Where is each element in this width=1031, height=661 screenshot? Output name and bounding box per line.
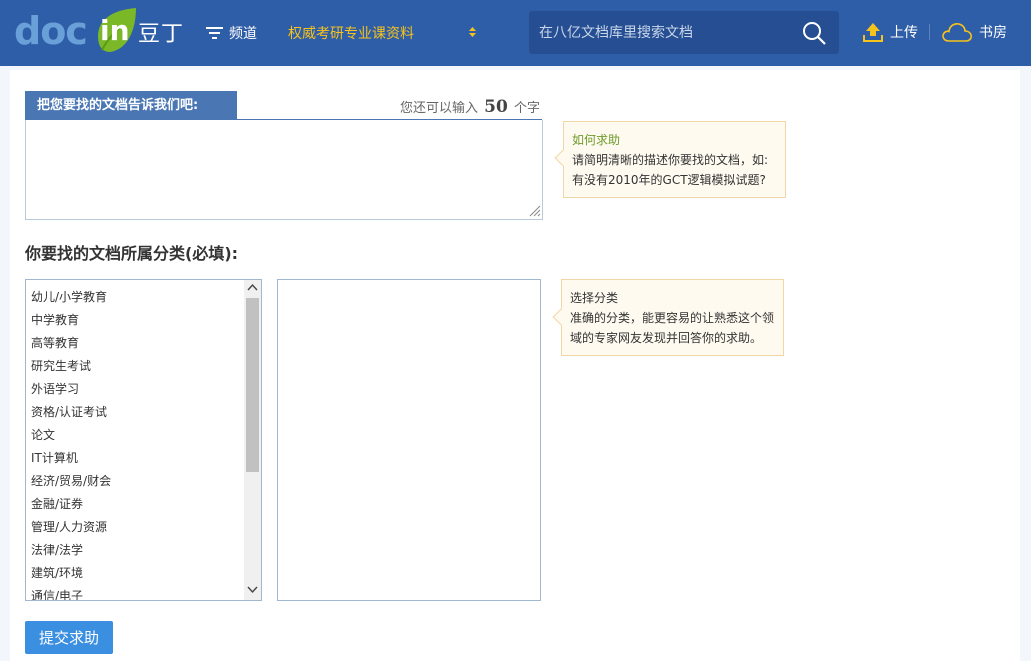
category-item[interactable]: 幼儿/小学教育: [26, 288, 261, 311]
category-item[interactable]: 资格/认证考试: [26, 403, 261, 426]
channel-menu[interactable]: 频道: [206, 22, 257, 44]
remaining-count: 50: [484, 97, 508, 117]
document-description-input[interactable]: [25, 120, 543, 220]
category-item[interactable]: 经济/贸易/财会: [26, 472, 261, 495]
help-tip-title: 如何求助: [572, 133, 621, 147]
channel-label: 频道: [229, 26, 257, 42]
search-input[interactable]: [539, 11, 789, 54]
category-select[interactable]: 权威考研专业课资料: [288, 22, 488, 44]
category-item[interactable]: 外语学习: [26, 380, 261, 403]
search-icon[interactable]: [801, 20, 827, 46]
help-tip-line2: 有没有2010年的GCT逻辑模拟试题?: [572, 173, 766, 187]
upload-label: 上传: [890, 25, 918, 41]
chevron-up-icon[interactable]: [247, 283, 258, 292]
category-tip-title: 选择分类: [570, 291, 619, 305]
category-item[interactable]: 中学教育: [26, 311, 261, 334]
logo-in-text: in: [100, 14, 130, 47]
category-item[interactable]: IT计算机: [26, 449, 261, 472]
category-item[interactable]: 论文: [26, 426, 261, 449]
submit-request-button[interactable]: 提交求助: [25, 621, 113, 654]
category-item[interactable]: 高等教育: [26, 334, 261, 357]
chevron-down-icon[interactable]: [247, 585, 258, 594]
study-button[interactable]: 书房: [941, 18, 1007, 46]
category-item[interactable]: 研究生考试: [26, 357, 261, 380]
category-scrollbar[interactable]: [244, 280, 261, 600]
remaining-prefix: 您还可以输入: [400, 101, 479, 116]
scrollbar-thumb[interactable]: [246, 298, 259, 472]
help-tip-line1: 请简明清晰的描述你要找的文档，如:: [572, 153, 769, 167]
category-tip: 选择分类 准确的分类，能更容易的让熟悉这个领 域的专家网友发现并回答你的求助。: [552, 279, 784, 356]
upload-icon: [863, 23, 883, 42]
category-item[interactable]: 法律/法学: [26, 541, 261, 564]
study-label: 书房: [979, 25, 1007, 41]
select-arrows-icon: [469, 27, 476, 37]
logo-chinese-text: 豆丁: [138, 22, 185, 47]
cloud-icon: [942, 23, 972, 42]
remaining-suffix: 个字: [513, 101, 540, 116]
category-tip-line2: 域的专家网友发现并回答你的求助。: [570, 331, 763, 345]
help-tip: 如何求助 请简明清晰的描述你要找的文档，如: 有没有2010年的GCT逻辑模拟试…: [554, 121, 786, 198]
request-tab: 把您要找的文档告诉我们吧:: [25, 91, 237, 120]
search-box: [529, 11, 839, 54]
logo-doc-text: doc: [14, 9, 88, 53]
remaining-count-text: 您还可以输入 50 个字: [400, 97, 540, 117]
resize-grip-icon[interactable]: [527, 203, 541, 217]
subcategory-list[interactable]: [277, 279, 541, 601]
top-header: doc in 豆丁 频道 权威考研专业课资料 在八亿文档库里搜索文档 上传 书房: [0, 0, 1031, 66]
category-item[interactable]: 管理/人力资源: [26, 518, 261, 541]
header-divider: [929, 24, 930, 40]
category-item[interactable]: 通信/电子: [26, 587, 261, 600]
category-select-value: 权威考研专业课资料: [288, 26, 414, 42]
upload-button[interactable]: 上传: [862, 20, 918, 44]
category-tip-line1: 准确的分类，能更容易的让熟悉这个领: [570, 311, 775, 325]
category-heading: 你要找的文档所属分类(必填):: [25, 244, 239, 263]
category-list[interactable]: 幼儿/小学教育 中学教育 高等教育 研究生考试 外语学习 资格/认证考试 论文 …: [25, 279, 262, 601]
docin-logo[interactable]: doc in 豆丁: [14, 6, 189, 60]
filter-list-icon: [206, 27, 223, 39]
category-item[interactable]: 建筑/环境: [26, 564, 261, 587]
category-item[interactable]: 金融/证券: [26, 495, 261, 518]
